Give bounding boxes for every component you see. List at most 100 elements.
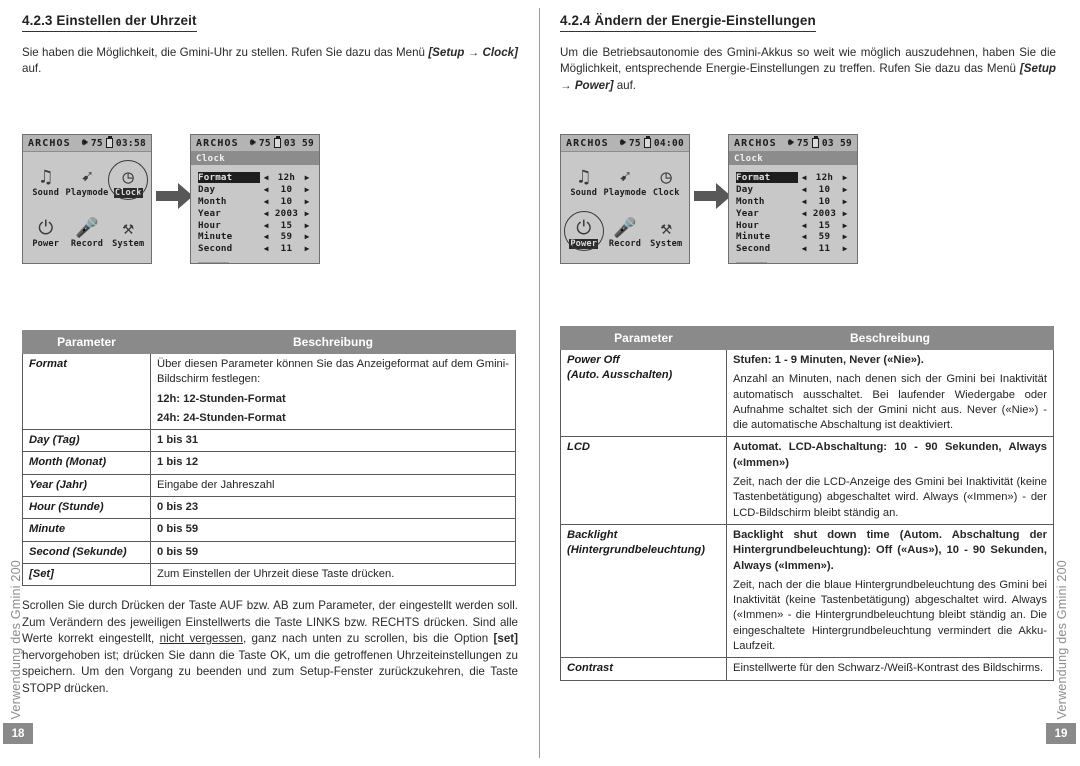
right-page-rail: Verwendung des Gmini 200 [1050,470,1074,720]
row-label: Year [198,207,221,219]
clock-row-year[interactable]: Year ◀ 2003 ▶ [198,207,313,219]
left-arrow-icon[interactable]: ◀ [798,185,810,194]
left-arrow-icon[interactable]: ◀ [260,173,272,182]
clock-row-hour[interactable]: Hour ◀ 15 ▶ [736,219,851,231]
left-arrow-icon[interactable]: ◀ [260,209,272,218]
clock-row-second[interactable]: Second ◀ 11 ▶ [736,243,851,255]
menu-icon-system[interactable]: ⚒ System [647,209,687,260]
desc-line: 12h: 12-Stunden-Format [157,392,509,407]
row-value: 15 [818,219,831,231]
desc-line: Zum Einstellen der Uhrzeit diese Taste d… [157,567,395,580]
row-label: Day [736,184,754,196]
row-value: 10 [818,184,831,196]
param-line-1: Backlight [567,528,618,541]
left-body-paragraph: Scrollen Sie durch Drücken der Taste AUF… [22,599,519,695]
menu-icon-record[interactable]: 🎤 Record [604,209,647,260]
table-header-row: Parameter Beschreibung [22,330,516,354]
clock-row-format[interactable]: Format ◀ 12h ▶ [736,172,851,184]
menu-icon-label: System [650,238,683,249]
right-arrow-icon[interactable]: ▶ [839,209,851,218]
clock-row-month[interactable]: Month ◀ 10 ▶ [198,196,313,208]
menu-icon-clock[interactable]: ◷ Clock [647,158,687,209]
right-intro-paragraph: Um die Betriebsautonomie des Gmini-Akkus… [560,45,1056,94]
right-arrow-icon[interactable]: ▶ [301,244,313,253]
right-arrow-icon[interactable]: ▶ [301,221,313,230]
right-arrow-icon[interactable]: ▶ [839,185,851,194]
desc-line: 0 bis 59 [157,522,509,537]
left-arrow-icon[interactable]: ◀ [260,221,272,230]
menu-icon-clock[interactable]: ◷ Clock [108,158,149,209]
left-arrow-icon[interactable]: ◀ [798,209,810,218]
menu-icon-sound[interactable]: ♫ Sound [564,158,604,209]
menu-icon-label: Clock [113,188,143,199]
row-label: Second [198,243,233,255]
menu-icon-sound[interactable]: ♫ Sound [26,158,66,209]
clock-row-minute[interactable]: Minute ◀ 59 ▶ [198,231,313,243]
row-label: Month [736,195,765,207]
left-arrow-icon[interactable]: ◀ [260,197,272,206]
right-arrow-icon[interactable]: ▶ [839,173,851,182]
desc-emph: 12h: 12-Stunden-Format [157,392,286,405]
table-row: LCD Automat. LCD-Abschaltung: 10 - 90 Se… [560,436,1054,525]
menu-icon-power[interactable]: ⏻ Power [26,209,66,260]
right-arrow-icon[interactable]: ▶ [301,173,313,182]
right-arrow-icon[interactable]: ▶ [839,232,851,241]
right-arrow-icon[interactable]: ▶ [301,232,313,241]
clock-row-second[interactable]: Second ◀ 11 ▶ [198,243,313,255]
right-arrow-icon[interactable]: ▶ [301,197,313,206]
clock-time: 04:00 [653,137,684,149]
clock-row-hour[interactable]: Hour ◀ 15 ▶ [198,219,313,231]
right-arrow-icon[interactable]: ▶ [301,209,313,218]
left-arrow-icon[interactable]: ◀ [260,244,272,253]
right-arrow-icon[interactable]: ▶ [839,197,851,206]
row-description: 1 bis 12 [150,451,516,475]
right-rail-label: Verwendung des Gmini 200 [1055,560,1069,720]
volume-value: 75 [258,137,271,149]
menu-icon-label: System [112,238,145,249]
clock-row-day[interactable]: Day ◀ 10 ▶ [198,184,313,196]
clock-row-year[interactable]: Year ◀ 2003 ▶ [736,207,851,219]
menu-icon-record[interactable]: 🎤 Record [66,209,109,260]
left-arrow-icon[interactable]: ◀ [260,232,272,241]
header-description: Beschreibung [150,330,516,354]
clock-row-month[interactable]: Month ◀ 10 ▶ [736,196,851,208]
clock-icon: ◷ [660,166,672,189]
right-arrow-icon[interactable]: ▶ [301,185,313,194]
clock-row-day[interactable]: Day ◀ 10 ▶ [736,184,851,196]
clock-row-minute[interactable]: Minute ◀ 59 ▶ [736,231,851,243]
row-parameter: Contrast [560,657,727,681]
left-menu-statusbar: ARCHOS 🕪 75 03:58 [23,135,151,152]
set-button[interactable]: [Set] [736,261,767,263]
right-clock-status: 🕪 75 03 59 [787,136,852,149]
desc-line: 1 bis 12 [157,455,509,470]
row-label: Second [736,243,771,255]
left-arrow-icon[interactable]: ◀ [798,197,810,206]
volume-value: 75 [628,137,641,149]
menu-icon-system[interactable]: ⚒ System [109,209,149,260]
set-button[interactable]: [Set] [198,261,229,263]
left-arrow-icon[interactable]: ◀ [798,232,810,241]
right-arrow-icon[interactable]: ▶ [839,244,851,253]
clock-row-format[interactable]: Format ◀ 12h ▶ [198,172,313,184]
speaker-icon: 🕪 [787,138,794,148]
param-line-2: (Hintergrundbeleuchtung) [567,544,705,557]
header-parameter: Parameter [22,330,151,354]
left-arrow-icon[interactable]: ◀ [798,173,810,182]
right-intro-after: auf. [613,78,637,92]
row-parameter: Format [22,352,151,431]
param-line-1: Contrast [567,662,613,675]
row-parameter: Power Off (Auto. Ausschalten) [560,348,727,438]
left-page-column: 4.2.3 Einstellen der Uhrzeit Sie haben d… [22,0,520,766]
left-intro-paragraph: Sie haben die Möglichkeit, die Gmini-Uhr… [22,45,518,78]
left-arrow-icon[interactable]: ◀ [260,185,272,194]
row-description: 0 bis 59 [150,518,516,542]
desc-line: Zeit, nach der die blaue Hintergrundbele… [733,578,1047,653]
right-arrow-icon[interactable]: ▶ [839,221,851,230]
menu-icon-playmode[interactable]: ➹ Playmode [66,158,109,209]
left-arrow-icon[interactable]: ◀ [798,244,810,253]
left-page-number: 18 [3,723,33,744]
power-icon: ⏻ [576,216,592,239]
left-arrow-icon[interactable]: ◀ [798,221,810,230]
menu-icon-power[interactable]: ⏻ Power [563,209,604,260]
menu-icon-playmode[interactable]: ➹ Playmode [604,158,647,209]
